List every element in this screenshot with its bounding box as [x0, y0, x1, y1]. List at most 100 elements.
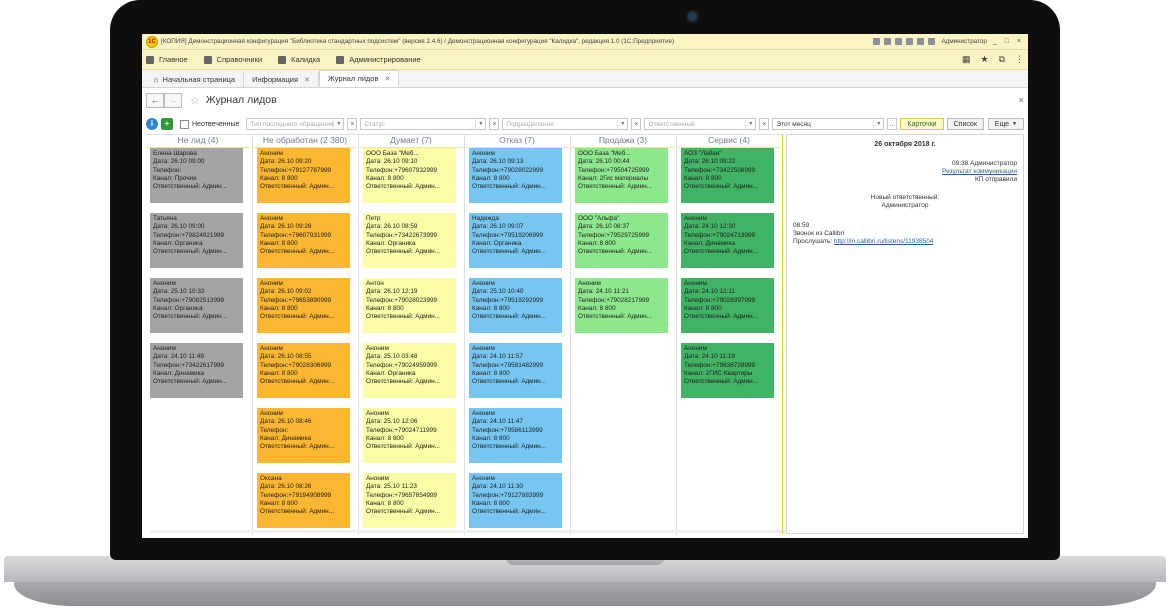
lead-card[interactable]: Аноним Дата: 24.10 11:19 Телефон:+79638728… — [681, 343, 774, 398]
menu-item-catalogs[interactable]: Справочники — [203, 55, 262, 64]
lead-card[interactable]: Аноним Дата: 24.10 11:47 Телефон:+79586113… — [469, 408, 562, 463]
lead-card[interactable]: Аноним Дата: 24.10 12:11 Телефон:+79028397… — [681, 278, 774, 333]
lead-card[interactable]: Аноним Дата: 25.10 11:23 Телефон:+79657854… — [363, 473, 456, 528]
unanswered-checkbox[interactable] — [180, 119, 189, 129]
close-icon[interactable]: ✕ — [304, 76, 310, 84]
column-header: Сервис (4) — [677, 135, 781, 148]
calculator-icon[interactable] — [906, 38, 914, 45]
lead-card-line: Аноним — [472, 410, 495, 417]
tab-label: Информация — [252, 75, 299, 84]
lead-card[interactable]: Аноним Дата: 26.10 08:46 Телефон: Канал: Ди… — [257, 408, 350, 463]
tab-home[interactable]: ⌂ Начальная страница — [146, 72, 245, 87]
lead-card-line: Телефон:+79028397999 — [684, 296, 756, 304]
lead-card-line: Аноним — [260, 215, 283, 222]
save-icon[interactable] — [873, 38, 881, 45]
lead-card[interactable]: Аноним Дата: 24.10 11:30 Телефон:+79127883… — [469, 473, 562, 528]
communication-result-link[interactable]: Результат коммуникации — [793, 168, 1017, 176]
lead-card[interactable]: Аноним Дата: 24.10 11:57 Телефон:+79581482… — [469, 343, 562, 398]
lead-card[interactable]: Татьяна Дата: 26.10 09:00 Телефон:+7982492… — [150, 213, 243, 268]
board-scrollbar[interactable] — [150, 530, 786, 533]
lead-card[interactable]: Аноним Дата: 24.10 11:49 Телефон:+73422617… — [150, 343, 243, 398]
lead-card[interactable]: Аноним Дата: 24.10 12:30 Телефон:+79024713… — [681, 213, 774, 268]
column-header: Отказ (7) — [465, 135, 569, 148]
lead-card[interactable]: Антон Дата: 26.10 12:19 Телефон:+790280239… — [363, 278, 456, 333]
period-options-button[interactable]: … — [887, 118, 898, 130]
responsible-select[interactable]: Ответственный ▼ — [644, 118, 757, 130]
lead-card-line: Телефон:+79028023999 — [366, 296, 438, 304]
lead-card-line: Телефон:+73422617999 — [153, 361, 225, 369]
close-icon[interactable]: ✕ — [384, 75, 390, 83]
lead-card[interactable]: Аноним Дата: 25.10 10:33 Телефон:+79082513… — [150, 278, 243, 333]
lead-card[interactable]: Аноним Дата: 26.10 09:28 Телефон:+79607931… — [257, 213, 350, 268]
status-select[interactable]: Статус ▼ — [360, 118, 487, 130]
page-close-button[interactable]: × — [1019, 95, 1024, 105]
tab-leads-journal[interactable]: Журнал лидов ✕ — [318, 70, 400, 87]
clear-filter-button[interactable]: × — [347, 118, 358, 130]
lead-card-line: Дата: 25.10 10:33 — [153, 288, 205, 296]
lead-card-line: Канал: 2ГИС Квартиры — [684, 369, 753, 377]
menu-item-main[interactable]: Главное — [146, 55, 188, 64]
lead-card-line: Канал: 8 800 — [260, 174, 298, 182]
clear-filter-button[interactable]: × — [631, 118, 642, 130]
calendar-icon[interactable] — [895, 38, 903, 45]
lead-card[interactable]: Елена Шарова Дата: 26.10 09:00 Телефон: Кан… — [150, 148, 243, 203]
lead-card-line: Ответственный: Админ... — [472, 508, 547, 516]
favorites-star-icon[interactable]: ★ — [980, 54, 988, 65]
back-button[interactable]: ← — [146, 92, 164, 108]
lead-card-line: Антон — [366, 280, 384, 287]
lead-card[interactable]: Аноним Дата: 25.10 12:06 Телефон:+79024711… — [363, 408, 456, 463]
info-button[interactable]: i — [146, 118, 158, 130]
chevron-down-icon[interactable]: ▼ — [617, 119, 627, 129]
forward-button[interactable]: → — [164, 92, 182, 108]
history-icon[interactable] — [917, 38, 925, 45]
menu-item-kalidka[interactable]: Калидка — [278, 55, 320, 64]
copy-icon[interactable]: ⧉ — [999, 54, 1005, 65]
lead-card[interactable]: Аноним Дата: 24.10 11:21 Телефон:+79028217… — [575, 278, 668, 333]
print-icon[interactable] — [884, 38, 892, 45]
lead-card-line: Ответственный: Админ... — [153, 378, 228, 386]
lead-card[interactable]: Аноним Дата: 26.10 08:55 Телефон:+79028306… — [257, 343, 350, 398]
favorite-star-icon[interactable]: ☆ — [190, 94, 200, 107]
list-view-button[interactable]: Список — [946, 118, 984, 130]
chevron-down-icon[interactable]: ▼ — [745, 119, 755, 129]
more-button[interactable]: Еще ▼ — [987, 118, 1024, 130]
lead-card[interactable]: Аноним Дата: 26.10 09:20 Телефон:+79127787… — [257, 148, 350, 203]
lead-card[interactable]: Надежда Дата: 26.10 09:07 Телефон:+7951920… — [469, 213, 562, 268]
lead-card[interactable]: ООО "Альфа" Дата: 26.10 08:37 Телефон:+795… — [575, 213, 668, 268]
period-select[interactable]: Этот месяц ▼ — [772, 118, 885, 130]
panel-splitter[interactable] — [782, 134, 783, 534]
chevron-down-icon[interactable]: ▼ — [475, 119, 485, 129]
window-controls[interactable]: _ □ × — [993, 38, 1024, 45]
lead-card-line: Канал: 8 800 — [472, 499, 510, 507]
app-logo-icon[interactable]: 1С — [146, 35, 158, 48]
lead-card-line: Ответственный: Админ... — [578, 313, 653, 321]
lead-card[interactable]: АОЗ "Лабан" Дата: 26.10 09:22 Телефон:+734… — [681, 148, 774, 203]
lead-card-line: Канал: 8 800 — [472, 304, 510, 312]
chevron-down-icon[interactable]: ▼ — [873, 119, 883, 129]
lead-card-line: Телефон:+79194908999 — [260, 491, 332, 499]
menu-dots-icon[interactable]: ⋮ — [1015, 54, 1024, 65]
lead-card[interactable]: Оксана Дата: 26.10 08:26 Телефон:+79194908… — [257, 473, 350, 528]
apps-grid-icon[interactable]: ▦ — [962, 54, 971, 65]
menu-item-admin[interactable]: Администрирование — [336, 55, 421, 64]
lead-card[interactable]: Аноним Дата: 26.10 09:13 Телефон:+79028022… — [469, 148, 562, 203]
department-select[interactable]: Подразделение ▼ — [502, 118, 629, 130]
lead-card[interactable]: ООО База "Меб... Дата: 26.10 00:44 Телефон… — [575, 148, 668, 203]
last-contact-type-select[interactable]: Тип последнего обращения ▼ — [246, 118, 345, 130]
clear-filter-button[interactable]: × — [759, 118, 770, 130]
lead-card-line: Дата: 26.10 08:26 — [260, 483, 312, 491]
lead-card[interactable]: Петр Дата: 26.10 08:59 Телефон:+7342267399… — [363, 213, 456, 268]
cards-view-button[interactable]: Карточки — [900, 118, 944, 130]
tab-info[interactable]: Информация ✕ — [244, 72, 319, 87]
recording-link[interactable]: http://in.callibri.ru/listens/11938504 — [834, 238, 934, 245]
add-lead-button[interactable]: + — [161, 118, 173, 130]
notification-icon[interactable] — [928, 38, 936, 45]
lead-card[interactable]: Аноним Дата: 26.10 09:02 Телефон:+79653890… — [257, 278, 350, 333]
lead-card[interactable]: ООО База "Меб... Дата: 26.10 09:10 Телефон… — [363, 148, 456, 203]
current-user[interactable]: Администратор — [941, 38, 986, 45]
titlebar-tools — [873, 38, 936, 45]
chevron-down-icon[interactable]: ▼ — [333, 119, 343, 129]
lead-card[interactable]: Аноним Дата: 25.10 10:40 Телефон:+79519292… — [469, 278, 562, 333]
clear-filter-button[interactable]: × — [489, 118, 500, 130]
lead-card[interactable]: Аноним Дата: 25.10 03:48 Телефон:+79024959… — [363, 343, 456, 398]
